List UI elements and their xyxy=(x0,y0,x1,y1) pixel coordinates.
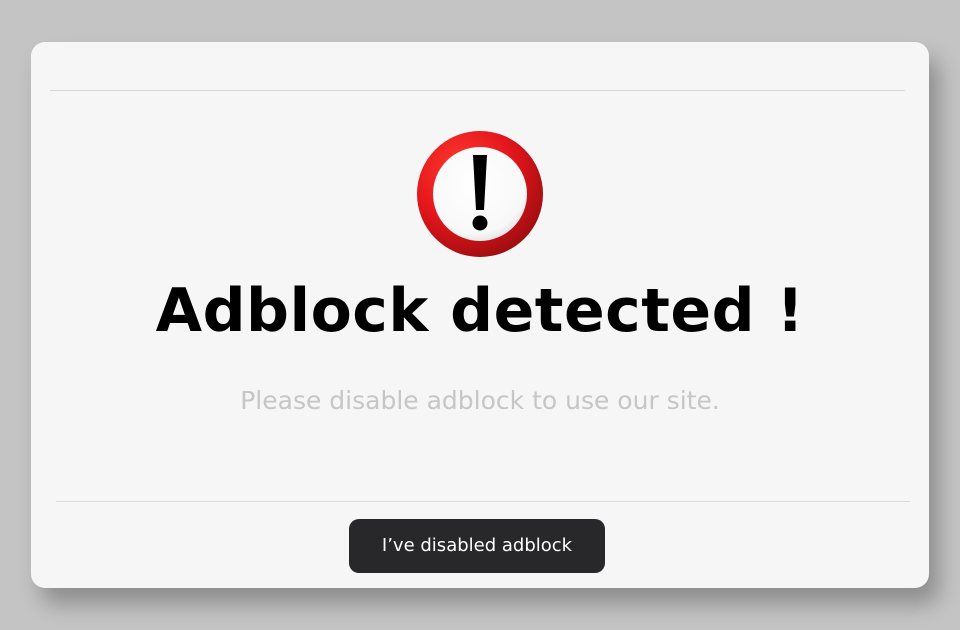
top-divider xyxy=(50,90,905,91)
dialog-message: Please disable adblock to use our site. xyxy=(240,386,720,415)
bottom-divider xyxy=(56,501,910,502)
confirm-disabled-button[interactable]: I’ve disabled adblock xyxy=(349,519,605,573)
adblock-dialog: Adblock detected ! Please disable adbloc… xyxy=(31,42,929,588)
dialog-title: Adblock detected ! xyxy=(155,276,805,346)
exclamation-warning-icon xyxy=(417,131,543,257)
